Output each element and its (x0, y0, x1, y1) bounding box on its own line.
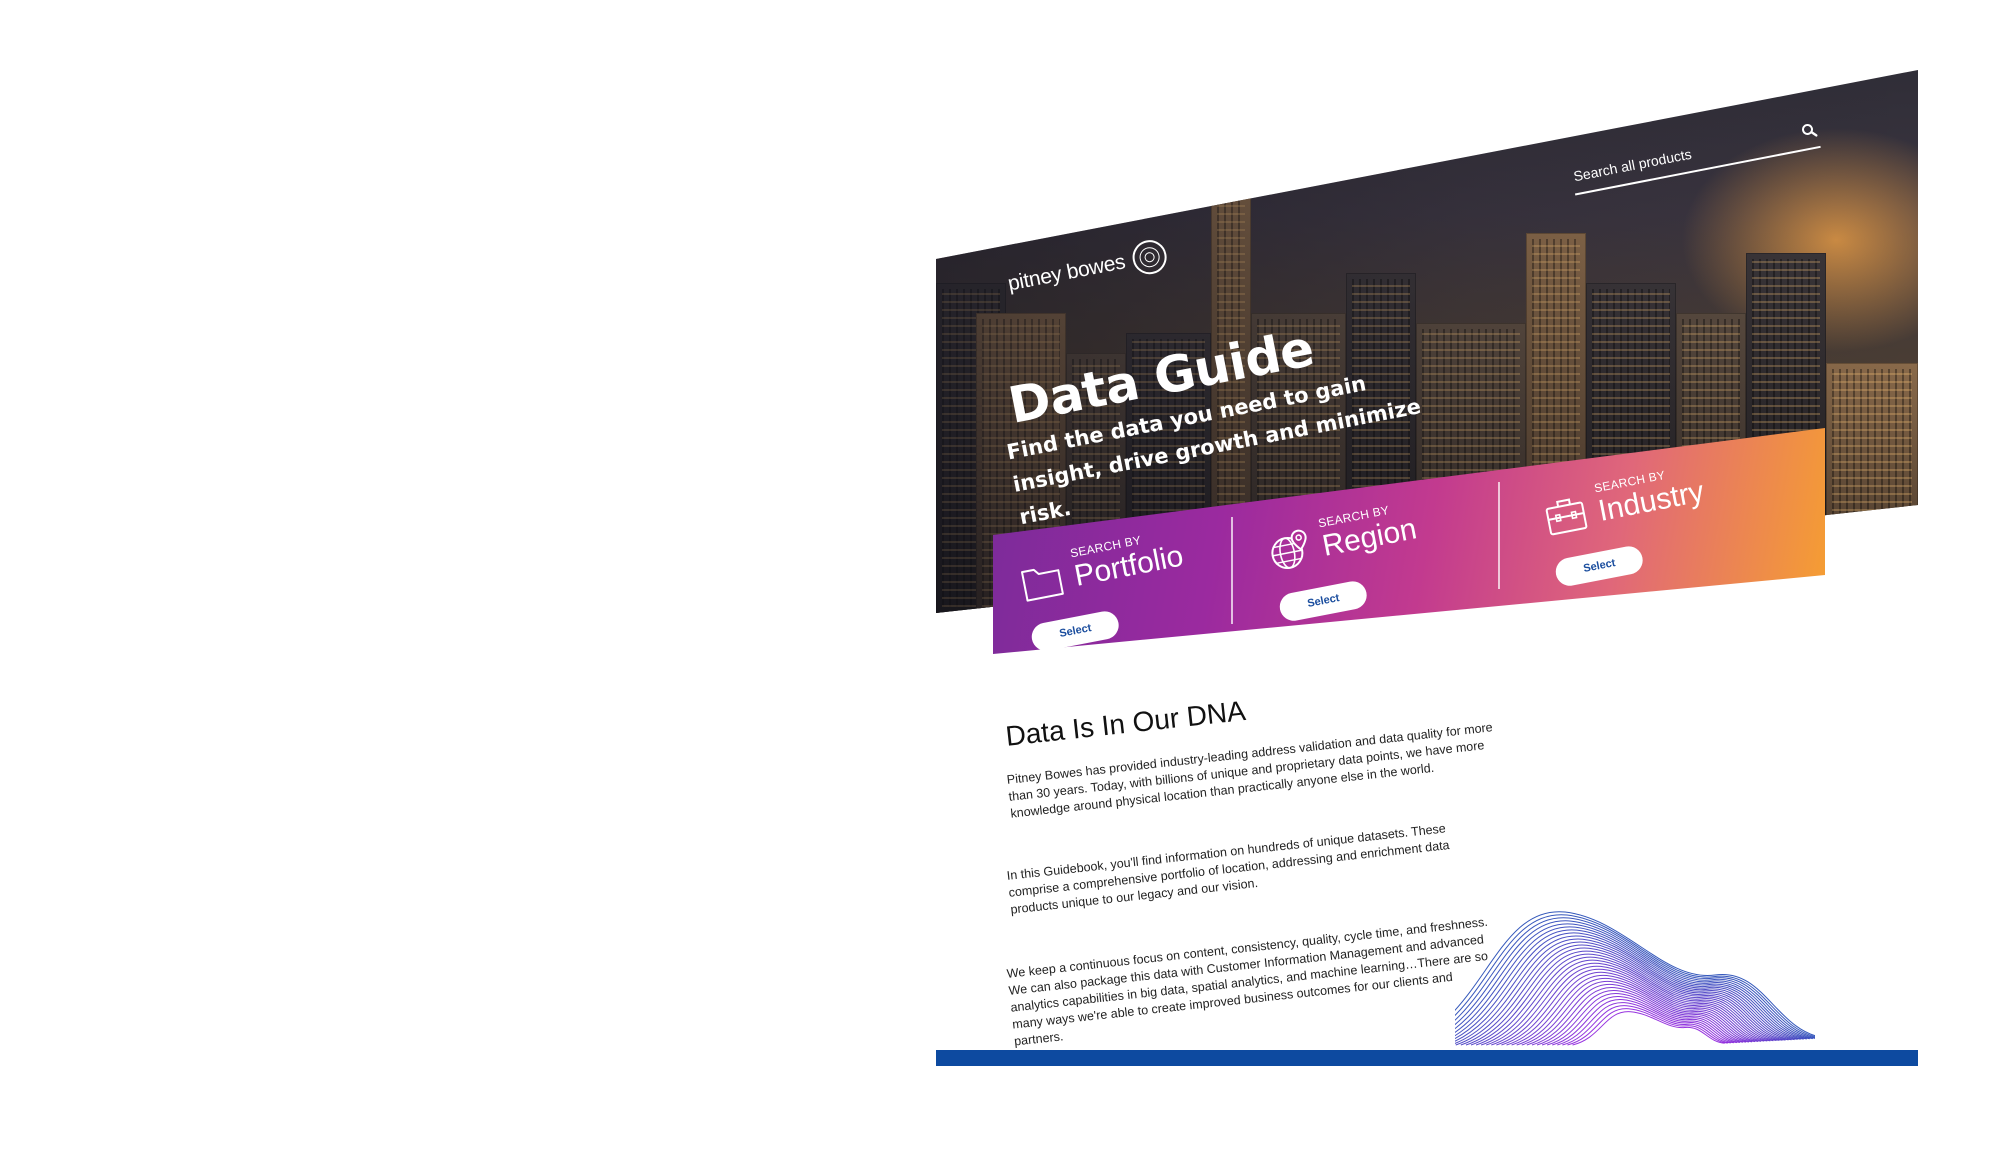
about-paragraph: We keep a continuous focus on content, c… (1006, 914, 1489, 1049)
footer-accent-bar (936, 1050, 1918, 1066)
pitney-bowes-logo-icon (1129, 237, 1170, 278)
panel-divider (1231, 517, 1233, 624)
search-icon[interactable] (1800, 121, 1819, 140)
about-paragraph: In this Guidebook, you'll find informati… (1006, 821, 1451, 917)
globe-pin-icon (1271, 529, 1307, 570)
wave-contour-line (1455, 917, 1815, 1038)
data-wave-graphic (1455, 911, 1815, 1046)
panel-divider (1498, 482, 1500, 589)
folder-icon (1020, 568, 1064, 602)
page-canvas: pitney bowes Data Guide Find the data yo… (0, 0, 2000, 1149)
wave-contour-line (1455, 929, 1807, 1040)
select-portfolio-button[interactable]: Select (1029, 608, 1122, 654)
briefcase-icon (1545, 498, 1588, 536)
section-title: Data Is In Our DNA (1004, 694, 1248, 752)
